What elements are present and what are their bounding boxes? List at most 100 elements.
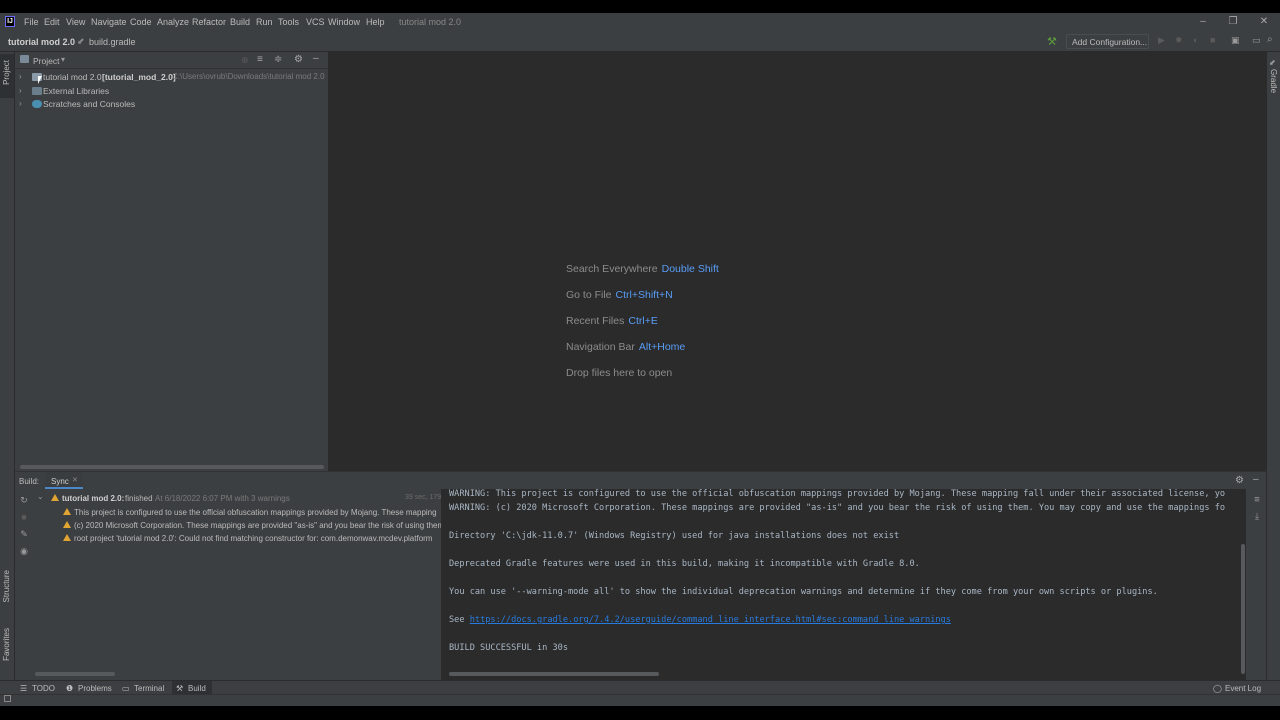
build-tab[interactable]: ⚒ Build [172, 681, 212, 695]
menu-help[interactable]: Help [366, 17, 385, 27]
structure-tool-label[interactable]: Structure [2, 570, 11, 602]
build-hammer-icon[interactable]: ⚒ [1047, 35, 1057, 48]
expand-all-icon[interactable]: ≡ [257, 54, 263, 65]
build-warning-row[interactable]: (c) 2020 Microsoft Corporation. These ma… [63, 519, 441, 532]
hint-goto-label: Go to File [566, 289, 612, 301]
build-root-status: finished [125, 494, 153, 503]
tree-row-project[interactable]: › tutorial mod 2.0 [tutorial_mod_2.0] C:… [15, 71, 328, 84]
tree-row-scratches[interactable]: › Scratches and Consoles [15, 98, 328, 111]
chevron-down-icon[interactable]: ▾ [61, 55, 65, 64]
hint-search-label: Search Everywhere [566, 263, 658, 275]
terminal-tab[interactable]: ▭ Terminal [122, 681, 168, 695]
sync-tab[interactable]: Sync ✕ [45, 472, 83, 489]
project-path: C:\Users\ovrub\Downloads\tutorial mod 2.… [172, 72, 325, 81]
hint-recent-key: Ctrl+E [628, 315, 658, 327]
menu-analyze[interactable]: Analyze [157, 17, 189, 27]
build-root-row[interactable]: ⌄ tutorial mod 2.0: finished At 6/18/202… [37, 492, 452, 505]
menu-tools[interactable]: Tools [278, 17, 299, 27]
build-tab-label: Build [188, 684, 206, 693]
add-configuration-button[interactable]: Add Configuration... [1066, 34, 1149, 49]
tool-windows-toggle-icon[interactable] [4, 695, 11, 702]
restore-icon[interactable]: ❐ [1226, 15, 1240, 29]
menu-run[interactable]: Run [256, 17, 273, 27]
chevron-down-icon[interactable]: ⌄ [37, 492, 44, 501]
console-text-area[interactable]: WARNING: This project is configured to u… [441, 489, 1244, 680]
tree-row-external-libraries[interactable]: › External Libraries [15, 85, 328, 98]
chevron-right-icon[interactable]: › [19, 99, 22, 108]
menu-view[interactable]: View [66, 17, 85, 27]
project-panel-title[interactable]: Project [33, 56, 59, 66]
project-panel-header: Project ▾ ⊕ ≡ ≑ ⚙ – [15, 52, 328, 69]
editor-area: Search Everywhere Double Shift Go to File… [328, 52, 1266, 471]
gradle-docs-link[interactable]: https://docs.gradle.org/7.4.2/userguide/… [470, 615, 951, 625]
project-tool-tab[interactable]: Project [0, 54, 14, 98]
menu-code[interactable]: Code [130, 17, 152, 27]
console-see-label: See [449, 615, 465, 625]
soft-wrap-icon[interactable]: ≡ [1251, 495, 1263, 507]
build-settings-gear-icon[interactable]: ⚙ [1235, 475, 1244, 486]
layout-icon[interactable]: ▭ [1252, 35, 1261, 46]
problems-tab[interactable]: ❶ Problems [66, 681, 114, 695]
project-panel: Project ▾ ⊕ ≡ ≑ ⚙ – › tutorial mod 2.0 [… [15, 52, 328, 471]
terminal-icon: ▭ [122, 684, 130, 693]
pin-icon[interactable]: ✎ [18, 529, 30, 541]
todo-tab[interactable]: ☰ TODO [20, 681, 56, 695]
hide-panel-icon[interactable]: – [313, 53, 319, 64]
warning-icon [51, 494, 59, 501]
mouse-cursor-icon [38, 76, 42, 84]
build-warning-row[interactable]: This project is configured to use the of… [63, 506, 441, 519]
list-icon: ☰ [20, 684, 28, 693]
refresh-icon[interactable]: ↻ [18, 495, 30, 507]
eye-icon[interactable]: ◉ [18, 546, 30, 558]
close-tab-icon[interactable]: ✕ [72, 476, 78, 484]
menu-window[interactable]: Window [328, 17, 360, 27]
menu-file[interactable]: File [24, 17, 39, 27]
sync-tab-label: Sync [51, 477, 69, 486]
menu-build[interactable]: Build [230, 17, 250, 27]
console-hscrollbar[interactable] [449, 672, 659, 676]
build-tree-hscrollbar[interactable] [35, 672, 115, 676]
chevron-right-icon[interactable]: › [19, 72, 22, 81]
build-hide-icon[interactable]: – [1253, 474, 1259, 485]
warning-icon [63, 508, 71, 515]
library-icon [32, 87, 42, 95]
screen-top-band [0, 0, 1280, 13]
build-root-name: tutorial mod 2.0: [62, 494, 125, 503]
breadcrumb-file[interactable]: build.gradle [89, 37, 136, 47]
console-side-toolbar: ≡ ⤓ [1246, 489, 1266, 680]
project-hscrollbar[interactable] [20, 465, 324, 469]
stop-icon[interactable]: ■ [1210, 35, 1215, 45]
hint-recent-label: Recent Files [566, 315, 625, 327]
run-icon[interactable]: ▶ [1158, 35, 1165, 46]
status-bar [0, 694, 1280, 706]
project-structure-icon[interactable]: ▣ [1231, 35, 1240, 46]
hint-drop-files: Drop files here to open [566, 367, 672, 379]
project-view-icon [20, 55, 29, 63]
profile-icon[interactable]: ◐ [1193, 35, 1198, 45]
console-vscrollbar[interactable] [1241, 544, 1245, 674]
gradle-tool-label[interactable]: Gradle [1269, 69, 1278, 93]
favorites-tool-label[interactable]: Favorites [2, 628, 11, 661]
gear-icon[interactable]: ⚙ [294, 54, 303, 65]
bottom-tool-bar: ☰ TODO ❶ Problems ▭ Terminal ⚒ Build ◯ E… [0, 680, 1280, 695]
close-icon[interactable]: ✕ [1257, 15, 1271, 29]
menu-edit[interactable]: Edit [44, 17, 60, 27]
chevron-right-icon[interactable]: › [19, 86, 22, 95]
stop-build-icon[interactable]: ■ [18, 512, 30, 524]
scratches-label: Scratches and Consoles [43, 99, 136, 109]
menu-refactor[interactable]: Refactor [192, 17, 226, 27]
minimize-icon[interactable]: – [1196, 15, 1210, 29]
event-log-tab[interactable]: ◯ Event Log [1213, 681, 1268, 695]
locate-icon[interactable]: ⊕ [241, 55, 249, 66]
menu-vcs[interactable]: VCS [306, 17, 325, 27]
hint-navigation-bar: Navigation Bar Alt+Home [566, 341, 685, 353]
collapse-all-icon[interactable]: ≑ [274, 54, 282, 65]
breadcrumb-project[interactable]: tutorial mod 2.0 [8, 37, 75, 47]
terminal-tab-label: Terminal [134, 684, 165, 693]
search-icon[interactable]: ⌕ [1267, 34, 1273, 45]
build-warning-row[interactable]: root project 'tutorial mod 2.0': Could n… [63, 532, 441, 545]
scroll-to-end-icon[interactable]: ⤓ [1251, 512, 1263, 524]
project-tool-label: Project [2, 60, 11, 85]
menu-navigate[interactable]: Navigate [91, 17, 127, 27]
debug-icon[interactable]: ✹ [1175, 35, 1183, 46]
